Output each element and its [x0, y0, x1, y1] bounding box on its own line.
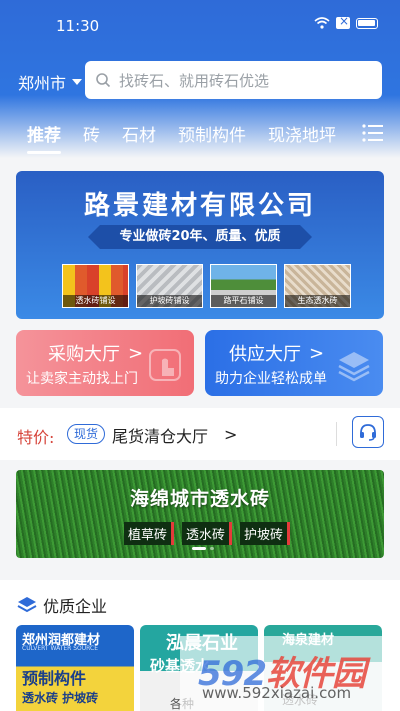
purchase-hall-subtitle: 让卖家主动找上门: [26, 371, 138, 387]
enterprise-card[interactable]: 海泉建材 透水砖: [264, 625, 382, 711]
chevron-right-icon: >: [128, 342, 144, 364]
special-offer-row[interactable]: 特价: 现货 尾货清仓大厅 >: [0, 408, 400, 460]
section-title: 优质企业: [43, 597, 108, 616]
tab-stone[interactable]: 石材: [122, 121, 156, 146]
hand-tap-icon: [149, 349, 181, 381]
banner-ribbon: 专业做砖20年、质量、优质: [88, 225, 312, 249]
banner-photo: 护坡砖铺设: [136, 264, 203, 308]
banner-title: 路景建材有限公司: [83, 191, 316, 221]
supply-hall-subtitle: 助力企业轻松成单: [215, 371, 327, 387]
banner-photo: 生态透水砖: [284, 264, 351, 308]
tab-recommend[interactable]: 推荐: [27, 121, 61, 146]
search-icon: [96, 73, 111, 88]
search-input[interactable]: 找砖石、就用砖石优选: [85, 61, 382, 99]
enterprise-products: 透水砖 护坡砖: [22, 691, 99, 705]
photo-caption: 护坡砖铺设: [137, 295, 202, 307]
layers-icon: [338, 352, 370, 382]
promo-title: 海绵城市透水砖: [129, 488, 270, 510]
menu-icon[interactable]: [362, 123, 384, 143]
tab-cast-floor[interactable]: 现浇地坪: [268, 121, 336, 146]
banner-photo: 透水砖铺设: [62, 264, 129, 308]
wifi-icon: [314, 17, 330, 29]
app-header: 11:30 郑州市 找砖石、就用砖石优选 推荐 砖 石材 预制构件 现浇地坪: [0, 0, 400, 158]
carousel-dot-active: [192, 547, 206, 550]
promo-tag: 植草砖: [124, 522, 175, 545]
supply-hall-label: 供应大厅: [229, 344, 301, 365]
supply-hall-card[interactable]: 供应大厅 > 助力企业轻松成单: [205, 330, 383, 396]
quality-enterprises-section: 优质企业 郑州润都建材 CULVERT WATER SOURCE 预制构件 透水…: [0, 580, 400, 711]
city-label: 郑州市: [18, 74, 67, 93]
company-banner[interactable]: 路景建材有限公司 专业做砖20年、质量、优质 透水砖铺设 护坡砖铺设 路平石铺设…: [16, 171, 384, 319]
photo-caption: 路平石铺设: [211, 295, 276, 307]
clearance-hall-link[interactable]: 尾货清仓大厅: [112, 423, 208, 447]
section-header: 优质企业: [17, 593, 107, 617]
chevron-right-icon: >: [224, 425, 238, 444]
system-icons: [314, 14, 378, 29]
customer-service-button[interactable]: [352, 416, 384, 448]
enterprise-list: 郑州润都建材 CULVERT WATER SOURCE 预制构件 透水砖 护坡砖…: [16, 625, 382, 711]
promo-tag: 透水砖: [182, 522, 233, 545]
headset-icon: [360, 424, 376, 441]
photo-caption: 透水砖铺设: [63, 295, 128, 307]
divider: [336, 422, 337, 446]
enterprise-card[interactable]: 郑州润都建材 CULVERT WATER SOURCE 预制构件 透水砖 护坡砖: [16, 625, 134, 711]
battery-icon: [356, 17, 378, 29]
supply-hall-title: 供应大厅 >: [229, 340, 324, 366]
banner-photos: 透水砖铺设 护坡砖铺设 路平石铺设 生态透水砖: [62, 264, 351, 308]
enterprise-tagline: CULVERT WATER SOURCE: [22, 645, 99, 652]
enterprise-product: 砂基透水: [150, 657, 211, 675]
promo-tag: 护坡砖: [240, 522, 291, 545]
tab-precast[interactable]: 预制构件: [178, 121, 246, 146]
purchase-hall-card[interactable]: 采购大厅 > 让卖家主动找上门: [16, 330, 194, 396]
tab-brick[interactable]: 砖: [83, 121, 100, 146]
enterprise-card[interactable]: 泓晨石业 砂基透水 各种: [140, 625, 258, 711]
carousel-indicator: [192, 547, 214, 550]
photo-caption: 生态透水砖: [285, 295, 350, 307]
status-time: 11:30: [56, 17, 100, 35]
status-bar: 11:30: [0, 0, 400, 44]
purchase-hall-label: 采购大厅: [48, 344, 120, 365]
category-tabs: 推荐 砖 石材 预制构件 现浇地坪: [0, 118, 400, 158]
carousel-dot: [210, 547, 214, 550]
banner-photo: 路平石铺设: [210, 264, 277, 308]
caret-down-icon: [72, 79, 83, 85]
chevron-right-icon: >: [309, 342, 325, 364]
search-placeholder: 找砖石、就用砖石优选: [119, 71, 270, 90]
promo-tags: 植草砖 透水砖 护坡砖: [124, 522, 291, 545]
layers-icon: [17, 597, 37, 613]
enterprise-product: 透水砖: [282, 693, 319, 707]
enterprise-name: 海泉建材: [282, 633, 335, 648]
sim-off-icon: [336, 14, 350, 29]
active-tab-indicator: [27, 151, 61, 154]
promo-banner[interactable]: 海绵城市透水砖 植草砖 透水砖 护坡砖: [16, 470, 384, 558]
purchase-hall-title: 采购大厅 >: [48, 340, 143, 366]
enterprise-name: 泓晨石业: [166, 633, 238, 654]
special-label: 特价:: [17, 428, 55, 447]
in-stock-badge: 现货: [67, 424, 106, 444]
enterprise-product: 预制构件: [22, 669, 87, 688]
city-selector[interactable]: 郑州市: [18, 70, 83, 94]
enterprise-products: 各种: [170, 697, 195, 711]
